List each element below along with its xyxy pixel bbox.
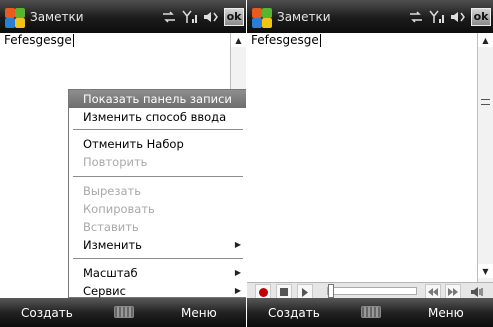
softkey-menu[interactable]: Меню [181, 306, 217, 320]
right-screen: Заметки ok Fefesgesge ▲ ▼ Создать Меню [247, 0, 493, 327]
scroll-up-icon[interactable]: ▲ [231, 33, 246, 47]
softkey-left[interactable]: Создать [268, 306, 320, 320]
menu-item-show-input-panel[interactable]: Показать панель записи [69, 90, 246, 108]
fast-forward-icon [448, 288, 458, 296]
app-title: Заметки [277, 9, 331, 24]
menu-item-zoom[interactable]: Масштаб ▶ [69, 264, 246, 282]
text-caret [319, 34, 321, 47]
title-bar: Заметки ok [0, 0, 246, 33]
record-icon [258, 287, 268, 297]
softkey-left[interactable]: Создать [21, 306, 73, 320]
signal-icon[interactable] [182, 10, 198, 24]
scroll-thumb[interactable] [481, 99, 490, 105]
softkey-menu[interactable]: Меню [428, 306, 464, 320]
windows-start-icon[interactable] [250, 5, 274, 29]
note-text: Fefesgesge [4, 33, 74, 47]
submenu-arrow-icon: ▶ [234, 268, 241, 277]
keyboard-icon[interactable] [361, 306, 381, 318]
softkey-bar: Создать Меню [0, 298, 246, 327]
slider-thumb[interactable] [328, 284, 334, 298]
signal-icon[interactable] [429, 10, 445, 24]
note-editor[interactable]: Fefesgesge [247, 33, 477, 282]
ok-button[interactable]: ok [224, 7, 244, 26]
rewind-icon [428, 288, 438, 296]
app-title: Заметки [30, 9, 84, 24]
submenu-arrow-icon: ▶ [234, 240, 241, 249]
ok-button[interactable]: ok [471, 7, 491, 26]
connectivity-icon[interactable] [161, 10, 177, 23]
softkey-bar: Создать Меню [247, 298, 493, 327]
menu-divider [73, 176, 243, 177]
menu-item-cut: Вырезать [83, 184, 141, 198]
left-screen: Заметки ok Fefesgesge ▲ Показать панель … [0, 0, 246, 327]
menu-item-paste: Вставить [83, 220, 139, 234]
menu-divider [73, 129, 243, 130]
connectivity-icon[interactable] [408, 10, 424, 23]
scroll-up-icon[interactable]: ▲ [478, 33, 493, 47]
title-bar: Заметки ok [247, 0, 493, 33]
menu-item-undo[interactable]: Отменить Набор [69, 135, 246, 153]
volume-icon[interactable] [450, 10, 466, 24]
scroll-down-icon[interactable]: ▼ [478, 264, 493, 278]
note-text: Fefesgesge [251, 33, 321, 47]
play-icon [302, 287, 308, 297]
menu-item-redo: Повторить [83, 155, 148, 169]
windows-start-icon[interactable] [3, 5, 27, 29]
speaker-icon [471, 287, 483, 297]
menu-item-copy: Копировать [83, 202, 155, 216]
menu-divider [73, 258, 243, 259]
menu-item-edit[interactable]: Изменить ▶ [69, 236, 246, 254]
menu-item-change-input-method[interactable]: Изменить способ ввода [69, 108, 246, 126]
vertical-scrollbar[interactable]: ▲ ▼ [477, 33, 493, 282]
text-caret [72, 34, 74, 47]
stop-icon [280, 288, 288, 296]
playback-slider[interactable] [327, 284, 417, 298]
context-menu: Показать панель записи Изменить способ в… [68, 89, 246, 298]
volume-icon[interactable] [203, 10, 219, 24]
keyboard-icon[interactable] [114, 306, 134, 318]
